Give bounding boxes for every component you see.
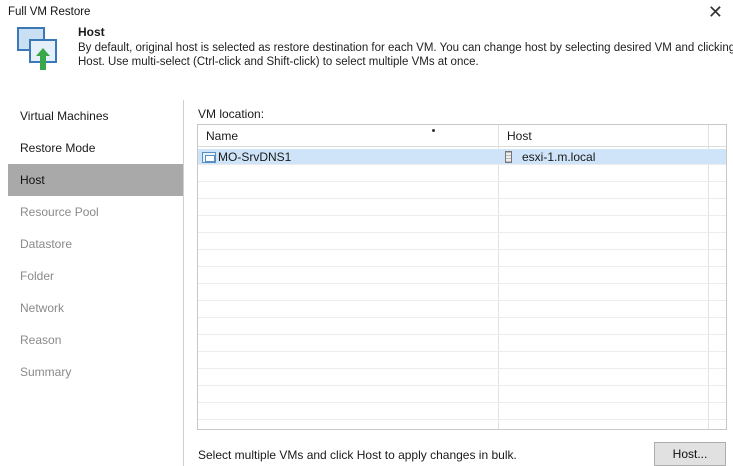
host-restore-icon xyxy=(17,27,57,70)
window-title: Full VM Restore xyxy=(8,6,91,18)
table-row-empty xyxy=(198,183,726,199)
table-row-empty xyxy=(198,251,726,267)
main-panel: VM location: Name Host MO-SrvDNS1 esxi-1… xyxy=(197,104,733,466)
step-resource-pool: Resource Pool xyxy=(20,205,99,219)
table-header: Name Host xyxy=(198,125,726,147)
table-row-empty xyxy=(198,234,726,250)
header-title: Host xyxy=(78,25,105,39)
table-row-empty xyxy=(198,200,726,216)
step-network: Network xyxy=(20,301,65,315)
vm-location-table[interactable]: Name Host MO-SrvDNS1 esxi-1.m.local xyxy=(197,124,727,430)
table-row-empty xyxy=(198,370,726,386)
step-restore-mode[interactable]: Restore Mode xyxy=(8,132,183,164)
vm-icon xyxy=(202,151,216,163)
close-icon[interactable]: ✕ xyxy=(708,2,723,22)
table-row-empty xyxy=(198,336,726,352)
table-row-empty xyxy=(198,319,726,335)
step-virtual-machines[interactable]: Virtual Machines xyxy=(8,100,183,132)
table-row-empty xyxy=(198,217,726,233)
step-datastore: Datastore xyxy=(20,237,73,251)
vm-location-label: VM location: xyxy=(198,107,265,121)
table-row[interactable]: MO-SrvDNS1 esxi-1.m.local xyxy=(198,149,726,165)
host-cell: esxi-1.m.local xyxy=(505,150,595,164)
column-header-host[interactable]: Host xyxy=(507,129,532,143)
wizard-steps: Virtual Machines Restore Mode Host Resou… xyxy=(8,100,184,466)
header-description: By default, original host is selected as… xyxy=(78,42,733,68)
table-row-empty xyxy=(198,166,726,182)
bulk-hint-text: Select multiple VMs and click Host to ap… xyxy=(198,448,517,462)
table-row-empty xyxy=(198,285,726,301)
table-row-empty xyxy=(198,268,726,284)
host-name: esxi-1.m.local xyxy=(522,150,596,164)
column-header-name[interactable]: Name xyxy=(206,129,238,143)
sort-indicator-icon xyxy=(432,129,435,132)
table-row-empty xyxy=(198,387,726,403)
vm-name: MO-SrvDNS1 xyxy=(218,150,292,164)
table-row-empty xyxy=(198,404,726,420)
host-server-icon xyxy=(505,151,512,163)
title-bar: Full VM Restore ✕ xyxy=(0,0,733,24)
host-button[interactable]: Host... xyxy=(654,442,726,466)
step-host[interactable]: Host xyxy=(8,164,183,196)
step-reason: Reason xyxy=(20,333,62,347)
header-panel: Host By default, original host is select… xyxy=(0,24,733,96)
step-summary: Summary xyxy=(20,365,72,379)
step-folder: Folder xyxy=(20,269,55,283)
table-row-empty xyxy=(198,353,726,369)
vm-name-cell: MO-SrvDNS1 xyxy=(202,150,291,164)
table-row-empty xyxy=(198,302,726,318)
